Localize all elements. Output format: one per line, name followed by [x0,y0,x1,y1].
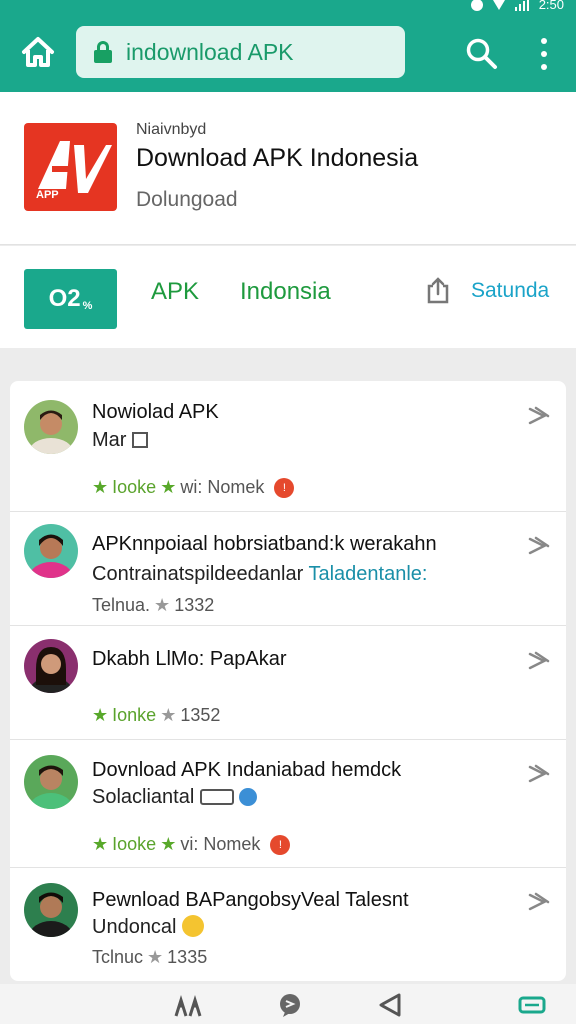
alert-badge: ! [270,834,291,855]
image-icon [132,432,149,448]
review-subtitle: Undoncal [92,915,205,939]
tab-indonesia[interactable]: Indonsia [240,278,331,306]
assistant-icon[interactable] [275,992,305,1018]
developer-name: Niaivnbyd [136,121,207,138]
list-item[interactable]: Dovnload APK Indaniabad hemdck Solaclian… [10,740,566,868]
share-button[interactable] [425,276,451,304]
star-icon: ★ [160,477,177,497]
wifi-icon [492,0,505,10]
chevron-icon[interactable] [526,650,552,672]
avatar [24,639,78,693]
star-icon: ★ [92,477,109,497]
status-bar: 2:50 [0,0,576,14]
star-icon: ★ [147,947,164,967]
review-title: Dovnload APK Indaniabad hemdck [92,759,402,781]
rating-count: 1335 [167,947,208,967]
review-meta: ★ Iooke ★ wi: Nomek ! [92,477,295,498]
list-item[interactable]: Pewnload BAPangobsyVeal Talesnt Undoncal… [10,868,566,981]
review-title: APKnnpoiaal hobrsiatband:k werakahn [92,533,437,555]
app-logo: APP [24,123,117,211]
search-button[interactable] [464,36,500,72]
avatar [24,883,78,937]
app-header: APP Niaivnbyd Download APK Indonesia Dol… [0,92,576,245]
list-item[interactable]: APKnnpoiaal hobrsiatband:k werakahn Cont… [10,512,566,626]
star-icon: ★ [160,705,177,725]
globe-icon [239,788,258,806]
review-meta: ★ Ionke ★ 1352 [92,705,220,726]
star-icon: ★ [154,595,171,615]
share-label[interactable]: Satunda [471,279,549,303]
meta-label: Telnua. [92,595,151,615]
signal-icon [514,0,529,11]
rating-count: 1352 [180,705,221,725]
back-icon[interactable] [375,992,405,1018]
star-icon: ★ [92,705,109,725]
status-icons: 2:50 [470,0,564,12]
review-meta: ★ Iooke ★ vi: Nomek ! [92,834,291,855]
tab-apk[interactable]: APK [151,278,199,306]
install-button-label: O2 [48,285,81,312]
url-bar[interactable]: indownload APK [76,26,405,78]
meta-label: Iooke [112,834,157,854]
chevron-icon[interactable] [526,891,552,913]
chevron-icon[interactable] [526,763,552,785]
meta-label: Tclnuc [92,947,144,967]
emoji-icon [182,915,205,937]
app-title: Download APK Indonesia [136,144,419,172]
chevron-icon[interactable] [526,535,552,557]
url-text: indownload APK [126,38,294,65]
review-meta: Tclnuc ★ 1335 [92,947,207,968]
more-menu-button[interactable] [532,38,556,70]
list-item[interactable]: Nowiolad APK Mar ★ Iooke ★ wi: Nomek ! [10,381,566,512]
alert-badge: ! [274,477,295,498]
status-time: 2:50 [538,0,564,12]
meta-extra: wi: Nomek [180,477,265,497]
more-vert-icon [541,38,547,44]
media-icon [199,789,234,805]
chevron-icon[interactable] [526,405,552,427]
browser-toolbar: indownload APK [0,14,576,92]
apps-icon[interactable] [173,992,203,1018]
review-subtitle: Contrainatspildeedanlar Taladentanle: [92,563,428,585]
avatar [24,755,78,809]
app-logo-text: APP [36,189,59,201]
system-nav-bar [0,984,576,1024]
review-meta: Telnua. ★ 1332 [92,595,214,616]
reviews-list: Nowiolad APK Mar ★ Iooke ★ wi: Nomek ! A… [10,381,566,981]
install-button-small: % [82,300,93,312]
star-icon: ★ [160,834,177,854]
app-subtitle: Dolungoad [136,188,238,211]
home-icon [22,37,54,67]
install-button[interactable]: O2% [24,269,117,329]
meta-label: Iooke [112,477,157,497]
action-bar: O2% APK Indonsia Satunda [0,246,576,348]
search-icon [466,38,497,69]
avatar [24,400,78,454]
home-button[interactable] [16,32,60,72]
meta-label: Ionke [112,705,157,725]
review-title: Nowiolad APK [92,401,219,423]
list-item[interactable]: Dkabh LlMo: PapAkar ★ Ionke ★ 1352 [10,626,566,740]
lock-icon [94,41,112,63]
rating-count: 1332 [174,595,215,615]
notification-icon [470,0,483,11]
review-title: Dkabh LlMo: PapAkar [92,648,287,670]
meta-extra: vi: Nomek [180,834,261,854]
avatar [24,524,78,578]
review-subtitle: Mar [92,429,149,452]
recents-icon[interactable] [517,992,547,1018]
review-title: Pewnload BAPangobsyVeal Talesnt [92,889,409,911]
star-icon: ★ [92,834,109,854]
share-icon [427,277,449,304]
review-subtitle: Solacliantal [92,786,258,809]
